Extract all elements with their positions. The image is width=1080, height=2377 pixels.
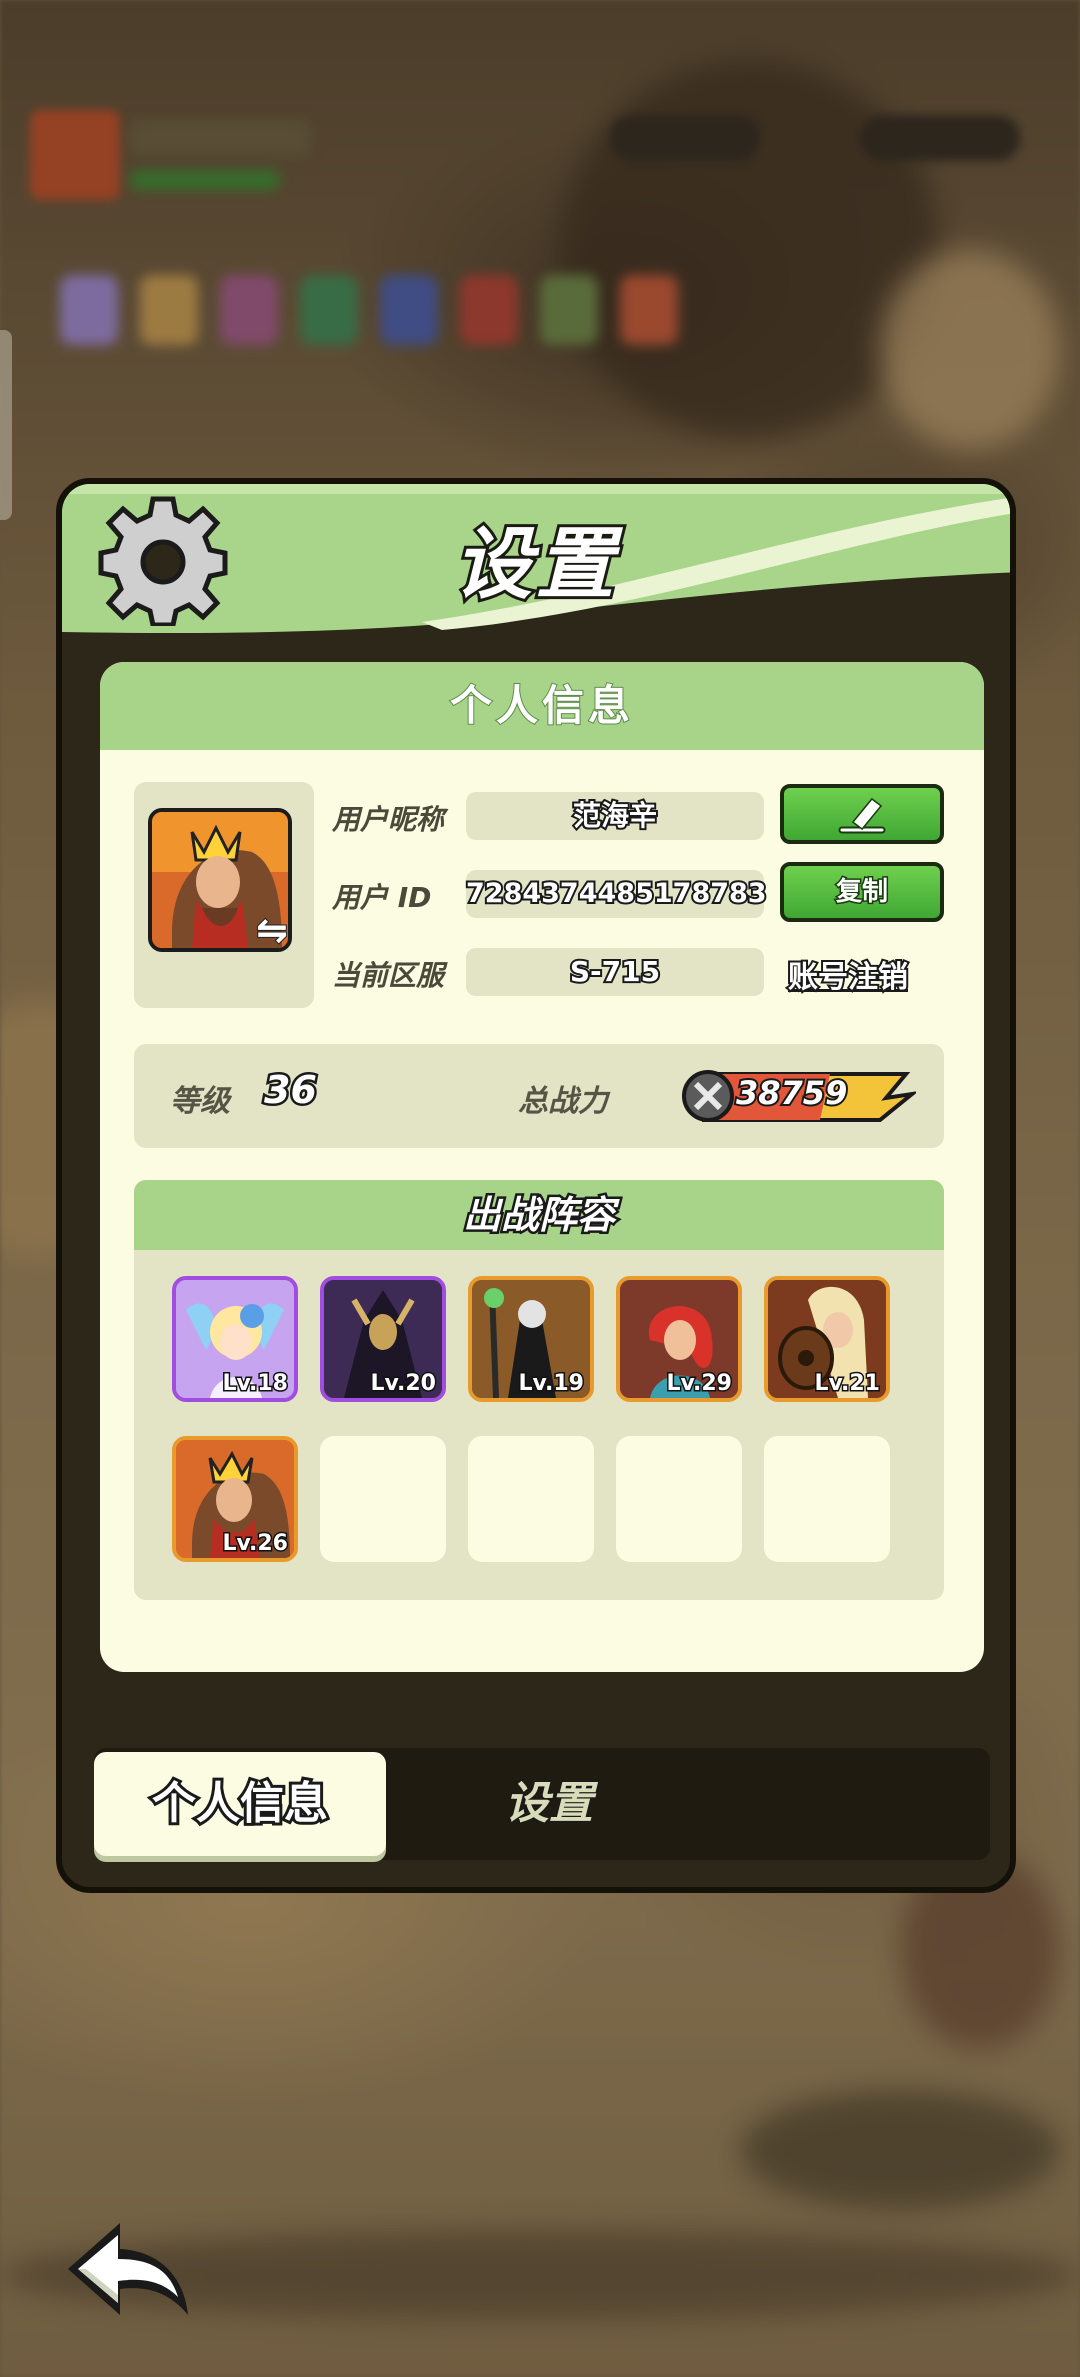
level-value: 36 <box>262 1066 320 1115</box>
edit-nickname-button[interactable] <box>780 784 944 844</box>
hero-level: Lv.29 <box>665 1370 734 1398</box>
dialog-header: 设置 <box>62 484 1010 634</box>
hero-slot[interactable]: Lv.20 <box>320 1276 446 1402</box>
dialog-tabbar: 个人信息 设置 <box>94 1748 990 1860</box>
nickname-label: 用户昵称 <box>332 803 445 836</box>
lineup-title: 出战阵容 <box>134 1180 944 1250</box>
account-delete-link[interactable]: 账号注销 <box>786 952 910 997</box>
battle-lineup: 出战阵容 Lv.18 Lv.20 Lv.19 Lv.29 Lv.21 Lv.26 <box>134 1180 944 1600</box>
power-badge: 38759 <box>680 1068 916 1124</box>
hero-slot[interactable]: Lv.26 <box>172 1436 298 1562</box>
stats-bar: 等级 36 总战力 38759 <box>134 1044 944 1148</box>
empty-hero-slot[interactable] <box>616 1436 742 1562</box>
hero-slot[interactable]: Lv.19 <box>468 1276 594 1402</box>
tab-profile[interactable]: 个人信息 <box>94 1752 386 1856</box>
hero-level: Lv.21 <box>813 1370 882 1398</box>
dialog-title: 设置 <box>451 517 618 613</box>
hero-level: Lv.20 <box>369 1370 438 1398</box>
profile-section-title: 个人信息 <box>100 662 984 750</box>
level-label: 等级 <box>170 1084 230 1119</box>
hero-level: Lv.26 <box>221 1530 290 1558</box>
power-label: 总战力 <box>518 1084 608 1119</box>
tab-settings[interactable]: 设置 <box>424 1752 674 1856</box>
empty-hero-slot[interactable] <box>764 1436 890 1562</box>
back-button[interactable] <box>60 2215 200 2325</box>
server-field: S-715 <box>466 948 764 996</box>
hero-slot[interactable]: Lv.29 <box>616 1276 742 1402</box>
user-id-field: 7284374485178783 <box>464 870 769 918</box>
empty-hero-slot[interactable] <box>320 1436 446 1562</box>
hero-level: Lv.18 <box>221 1370 290 1398</box>
pencil-icon <box>838 797 886 834</box>
hero-slot[interactable]: Lv.18 <box>172 1276 298 1402</box>
swap-icon[interactable]: ⇋ <box>255 907 289 953</box>
empty-hero-slot[interactable] <box>468 1436 594 1562</box>
back-arrow-icon <box>68 2223 188 2315</box>
profile-card: 个人信息 ⇋ 用户昵称 范海辛 用户 ID 7284374485178783 复… <box>100 662 984 1672</box>
server-label: 当前区服 <box>332 959 445 992</box>
power-value: 38759 <box>734 1072 849 1114</box>
hero-slot[interactable]: Lv.21 <box>764 1276 890 1402</box>
user-id-label: 用户 ID <box>332 881 432 914</box>
copy-id-button[interactable]: 复制 <box>780 862 944 922</box>
avatar-frame[interactable]: ⇋ <box>134 782 314 1008</box>
nickname-field: 范海辛 <box>466 792 764 840</box>
hero-level: Lv.19 <box>517 1370 586 1398</box>
settings-dialog: 设置 个人信息 ⇋ 用户昵称 范海辛 用户 ID 728437448517878… <box>56 478 1016 1893</box>
